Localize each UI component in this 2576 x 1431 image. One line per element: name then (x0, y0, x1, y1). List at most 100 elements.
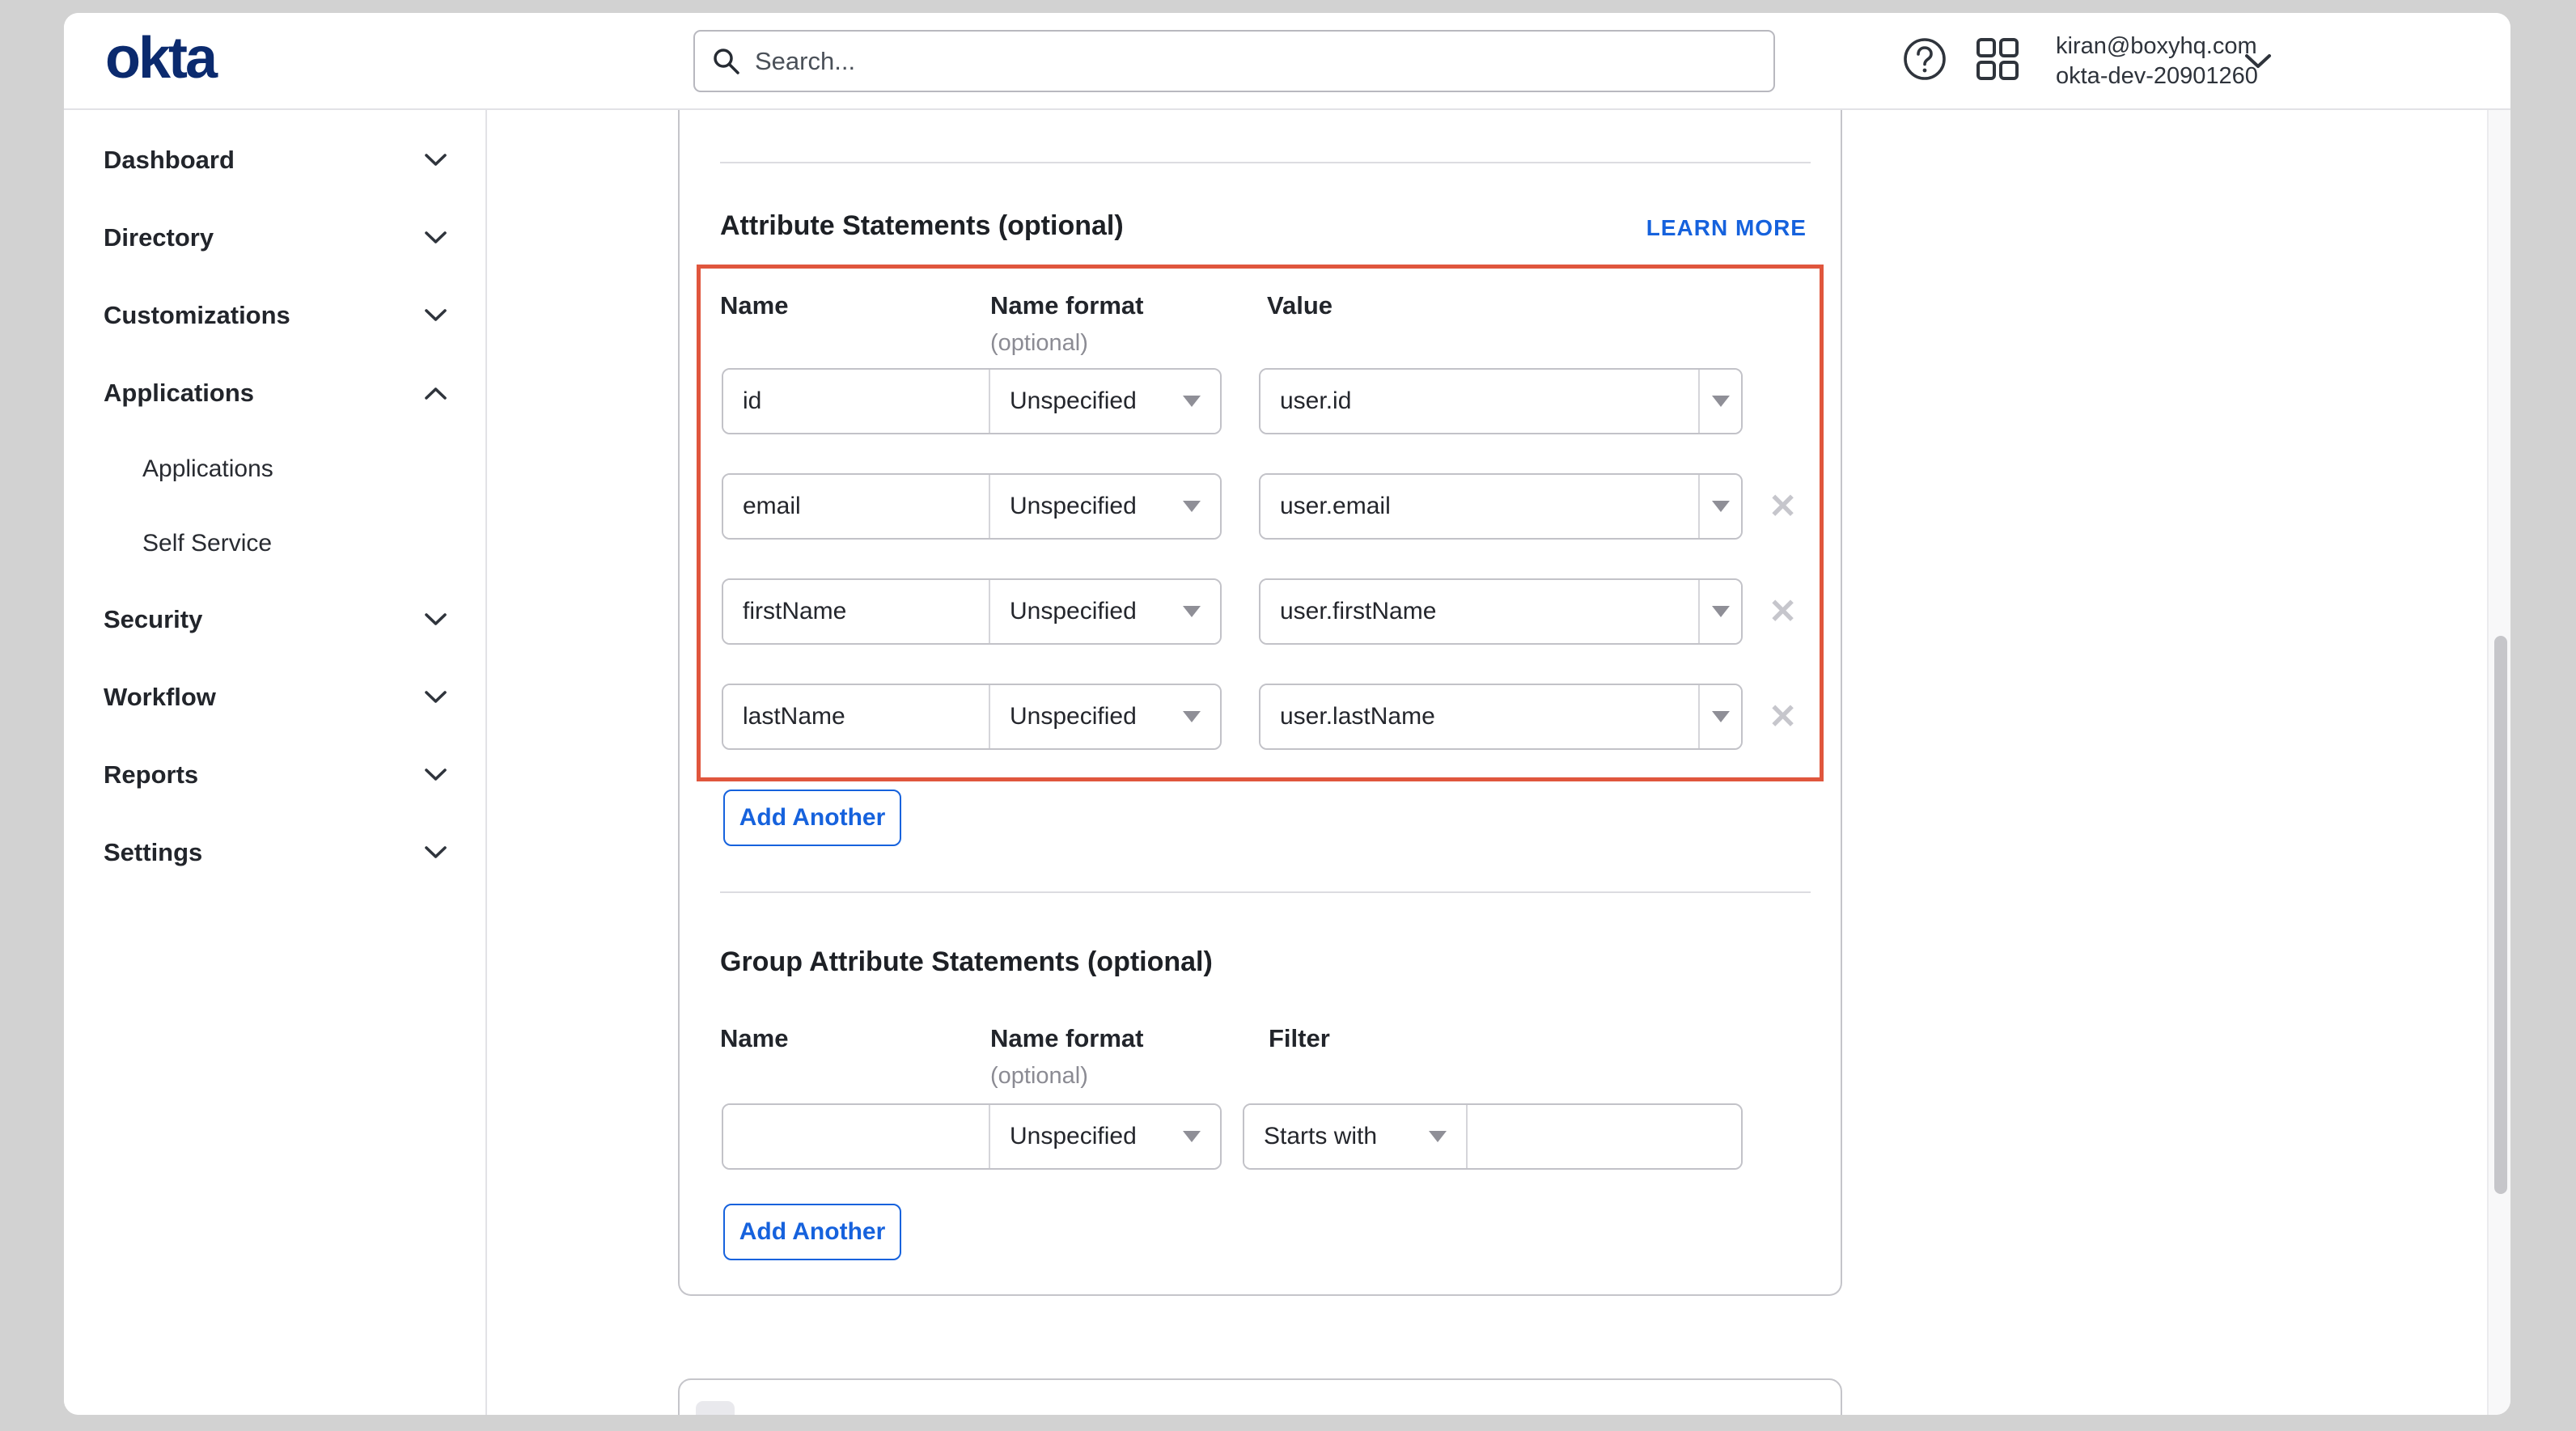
remove-row-button[interactable]: ✕ (1769, 489, 1797, 523)
column-header-filter: Filter (1269, 1024, 1330, 1053)
value-select-toggle[interactable] (1700, 370, 1741, 433)
top-bar: okta kiran@boxyhq.com (64, 13, 2510, 110)
caret-down-icon (1712, 396, 1730, 407)
sidebar-item-applications[interactable]: Applications (64, 354, 485, 432)
name-format-value: Unspecified (1010, 493, 1183, 520)
app-logo-placeholder (696, 1401, 735, 1415)
attribute-name-input[interactable] (723, 580, 989, 643)
name-format-select[interactable]: Unspecified (990, 685, 1220, 748)
filter-value-input[interactable] (1468, 1105, 1741, 1168)
value-select-toggle[interactable] (1700, 475, 1741, 538)
chevron-down-icon (424, 153, 447, 167)
sidebar-subitem-self-service[interactable]: Self Service (64, 506, 485, 581)
attribute-value-input[interactable] (1260, 370, 1698, 433)
column-header-name-format: Name format (990, 291, 1144, 320)
attribute-name-input[interactable] (723, 685, 989, 748)
value-select-toggle[interactable] (1700, 580, 1741, 643)
saml-settings-card: Attribute Statements (optional) LEARN MO… (678, 110, 1842, 1296)
attribute-statements-title: Attribute Statements (optional) (720, 210, 1124, 242)
column-header-name: Name (720, 291, 788, 320)
caret-down-icon (1183, 606, 1201, 617)
account-menu[interactable]: kiran@boxyhq.com okta-dev-20901260 (2056, 32, 2258, 91)
sidebar-item-workflow[interactable]: Workflow (64, 658, 485, 736)
sidebar-item-customizations[interactable]: Customizations (64, 277, 485, 354)
okta-logo[interactable]: okta (105, 29, 215, 87)
chevron-down-icon (424, 690, 447, 705)
name-format-value: Unspecified (1010, 1123, 1183, 1150)
section-divider (720, 162, 1811, 163)
attribute-name-input[interactable] (723, 370, 989, 433)
search-input[interactable] (755, 47, 1757, 76)
apps-menu-button[interactable] (1975, 37, 2020, 83)
caret-down-icon (1712, 501, 1730, 512)
caret-down-icon (1183, 501, 1201, 512)
name-format-select[interactable]: Unspecified (990, 370, 1220, 433)
column-note-optional: (optional) (990, 1063, 1088, 1090)
chevron-down-icon (424, 612, 447, 627)
attribute-value-input[interactable] (1260, 685, 1698, 748)
value-combobox (1259, 368, 1743, 434)
remove-row-button[interactable]: ✕ (1769, 595, 1797, 629)
chevron-down-icon (424, 231, 447, 245)
filter-type-select[interactable]: Starts with (1244, 1105, 1466, 1168)
help-icon (1903, 37, 1947, 81)
next-section-card (678, 1378, 1842, 1415)
caret-down-icon (1712, 606, 1730, 617)
group-name-input[interactable] (723, 1105, 989, 1168)
chevron-down-icon (424, 768, 447, 782)
section-divider (720, 891, 1811, 893)
okta-admin-window: okta kiran@boxyhq.com (64, 13, 2510, 1415)
value-combobox (1259, 578, 1743, 645)
name-and-format-group: Unspecified (722, 578, 1222, 645)
scrollbar-thumb[interactable] (2494, 636, 2507, 1194)
sidebar-item-directory[interactable]: Directory (64, 199, 485, 277)
attribute-value-input[interactable] (1260, 580, 1698, 643)
value-select-toggle[interactable] (1700, 685, 1741, 748)
name-and-format-group: Unspecified (722, 684, 1222, 750)
chevron-down-icon (424, 308, 447, 323)
name-format-select[interactable]: Unspecified (990, 580, 1220, 643)
chevron-down-icon (424, 845, 447, 860)
name-format-select[interactable]: Unspecified (990, 475, 1220, 538)
sidebar-item-security[interactable]: Security (64, 581, 485, 658)
caret-down-icon (1712, 711, 1730, 722)
sidebar-item-settings[interactable]: Settings (64, 814, 485, 891)
add-another-attribute-button[interactable]: Add Another (723, 790, 901, 846)
caret-down-icon (1183, 396, 1201, 407)
sidebar-item-dashboard[interactable]: Dashboard (64, 121, 485, 199)
sidebar: Dashboard Directory Customizations Appli… (64, 110, 487, 1415)
group-attribute-row: Unspecified Starts with (680, 1103, 1841, 1170)
add-another-group-attribute-button[interactable]: Add Another (723, 1204, 901, 1260)
attribute-row: Unspecified ✕ (680, 578, 1841, 645)
name-format-value: Unspecified (1010, 598, 1183, 625)
scrollbar-track[interactable] (2487, 110, 2510, 1415)
sidebar-item-reports[interactable]: Reports (64, 736, 485, 814)
help-button[interactable] (1902, 37, 1947, 83)
caret-down-icon (1429, 1131, 1447, 1142)
search-icon (711, 46, 742, 77)
column-header-value: Value (1267, 291, 1332, 320)
name-format-value: Unspecified (1010, 387, 1183, 415)
account-chevron-down-icon[interactable] (2242, 52, 2274, 71)
column-header-name: Name (720, 1024, 788, 1053)
attribute-value-input[interactable] (1260, 475, 1698, 538)
name-and-format-group: Unspecified (722, 1103, 1222, 1170)
learn-more-link[interactable]: LEARN MORE (1646, 215, 1807, 241)
caret-down-icon (1183, 1131, 1201, 1142)
remove-row-button[interactable]: ✕ (1769, 700, 1797, 734)
attribute-row: Unspecified ✕ (680, 473, 1841, 540)
value-combobox (1259, 684, 1743, 750)
attribute-row: Unspecified ✕ (680, 684, 1841, 750)
column-header-name-format: Name format (990, 1024, 1144, 1053)
search-box (693, 30, 1775, 92)
filter-combobox: Starts with (1243, 1103, 1743, 1170)
group-attribute-statements-title: Group Attribute Statements (optional) (720, 946, 1213, 978)
caret-down-icon (1183, 711, 1201, 722)
account-org: okta-dev-20901260 (2056, 61, 2258, 91)
sidebar-subitem-applications[interactable]: Applications (64, 432, 485, 506)
name-format-select[interactable]: Unspecified (990, 1105, 1220, 1168)
name-and-format-group: Unspecified (722, 473, 1222, 540)
apps-grid-icon (1976, 37, 2019, 81)
account-email: kiran@boxyhq.com (2056, 32, 2258, 61)
attribute-name-input[interactable] (723, 475, 989, 538)
